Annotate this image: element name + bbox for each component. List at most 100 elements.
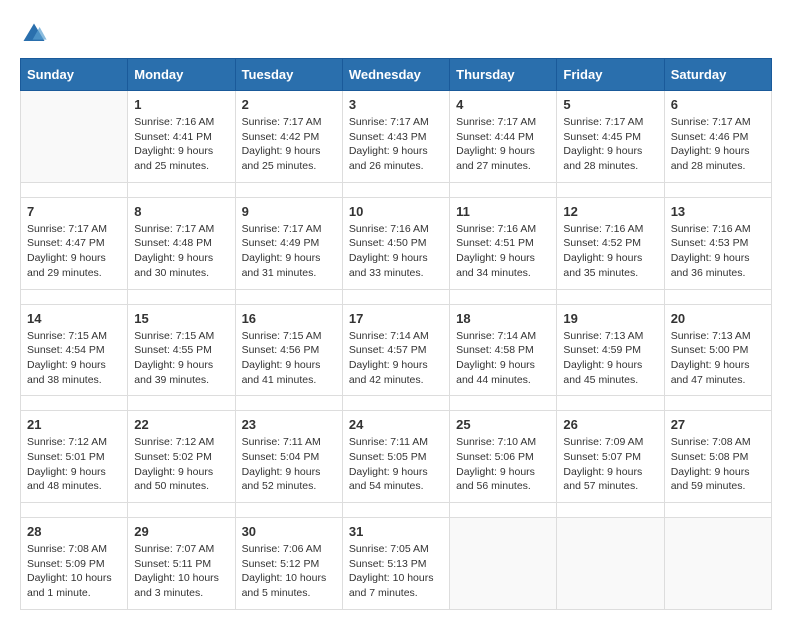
weekday-header: Tuesday bbox=[235, 59, 342, 91]
day-number: 16 bbox=[242, 311, 336, 326]
calendar-header-row: SundayMondayTuesdayWednesdayThursdayFrid… bbox=[21, 59, 772, 91]
day-number: 9 bbox=[242, 204, 336, 219]
day-info: Sunrise: 7:17 AMSunset: 4:47 PMDaylight:… bbox=[27, 222, 121, 281]
weekday-header: Sunday bbox=[21, 59, 128, 91]
day-info: Sunrise: 7:07 AMSunset: 5:11 PMDaylight:… bbox=[134, 542, 228, 601]
calendar-week-row: 1 Sunrise: 7:16 AMSunset: 4:41 PMDaylight… bbox=[21, 91, 772, 183]
calendar-day-cell bbox=[450, 518, 557, 610]
day-number: 23 bbox=[242, 417, 336, 432]
day-number: 26 bbox=[563, 417, 657, 432]
calendar-day-cell: 17 Sunrise: 7:14 AMSunset: 4:57 PMDayligh… bbox=[342, 304, 449, 396]
page-header bbox=[20, 20, 772, 48]
day-info: Sunrise: 7:16 AMSunset: 4:52 PMDaylight:… bbox=[563, 222, 657, 281]
calendar-day-cell: 23 Sunrise: 7:11 AMSunset: 5:04 PMDayligh… bbox=[235, 411, 342, 503]
day-number: 21 bbox=[27, 417, 121, 432]
day-number: 15 bbox=[134, 311, 228, 326]
day-info: Sunrise: 7:17 AMSunset: 4:48 PMDaylight:… bbox=[134, 222, 228, 281]
calendar-day-cell: 3 Sunrise: 7:17 AMSunset: 4:43 PMDaylight… bbox=[342, 91, 449, 183]
day-number: 8 bbox=[134, 204, 228, 219]
day-number: 29 bbox=[134, 524, 228, 539]
day-number: 7 bbox=[27, 204, 121, 219]
day-number: 19 bbox=[563, 311, 657, 326]
day-number: 18 bbox=[456, 311, 550, 326]
day-info: Sunrise: 7:11 AMSunset: 5:04 PMDaylight:… bbox=[242, 435, 336, 494]
day-info: Sunrise: 7:12 AMSunset: 5:02 PMDaylight:… bbox=[134, 435, 228, 494]
day-info: Sunrise: 7:16 AMSunset: 4:41 PMDaylight:… bbox=[134, 115, 228, 174]
calendar-day-cell: 6Sunrise: 7:17 AMSunset: 4:46 PMDaylight… bbox=[664, 91, 771, 183]
logo-icon bbox=[20, 20, 48, 48]
calendar-day-cell bbox=[664, 518, 771, 610]
calendar-day-cell: 28 Sunrise: 7:08 AMSunset: 5:09 PMDayligh… bbox=[21, 518, 128, 610]
day-info: Sunrise: 7:14 AMSunset: 4:58 PMDaylight:… bbox=[456, 329, 550, 388]
calendar-day-cell: 21 Sunrise: 7:12 AMSunset: 5:01 PMDayligh… bbox=[21, 411, 128, 503]
calendar-day-cell: 19Sunrise: 7:13 AMSunset: 4:59 PMDayligh… bbox=[557, 304, 664, 396]
day-number: 10 bbox=[349, 204, 443, 219]
day-number: 17 bbox=[349, 311, 443, 326]
calendar-day-cell: 26Sunrise: 7:09 AMSunset: 5:07 PMDayligh… bbox=[557, 411, 664, 503]
week-separator bbox=[21, 503, 772, 518]
calendar-day-cell: 20 Sunrise: 7:13 AMSunset: 5:00 PMDayligh… bbox=[664, 304, 771, 396]
day-number: 22 bbox=[134, 417, 228, 432]
day-number: 12 bbox=[563, 204, 657, 219]
calendar-day-cell: 12 Sunrise: 7:16 AMSunset: 4:52 PMDayligh… bbox=[557, 197, 664, 289]
day-info: Sunrise: 7:13 AMSunset: 5:00 PMDaylight:… bbox=[671, 329, 765, 388]
calendar-day-cell: 15Sunrise: 7:15 AMSunset: 4:55 PMDayligh… bbox=[128, 304, 235, 396]
calendar-day-cell: 29 Sunrise: 7:07 AMSunset: 5:11 PMDayligh… bbox=[128, 518, 235, 610]
calendar-day-cell: 24 Sunrise: 7:11 AMSunset: 5:05 PMDayligh… bbox=[342, 411, 449, 503]
weekday-header: Friday bbox=[557, 59, 664, 91]
day-number: 2 bbox=[242, 97, 336, 112]
calendar-day-cell: 5Sunrise: 7:17 AMSunset: 4:45 PMDaylight… bbox=[557, 91, 664, 183]
day-info: Sunrise: 7:15 AMSunset: 4:56 PMDaylight:… bbox=[242, 329, 336, 388]
day-info: Sunrise: 7:10 AMSunset: 5:06 PMDaylight:… bbox=[456, 435, 550, 494]
calendar-day-cell: 4 Sunrise: 7:17 AMSunset: 4:44 PMDaylight… bbox=[450, 91, 557, 183]
day-number: 31 bbox=[349, 524, 443, 539]
day-number: 6 bbox=[671, 97, 765, 112]
calendar-day-cell: 11 Sunrise: 7:16 AMSunset: 4:51 PMDayligh… bbox=[450, 197, 557, 289]
day-info: Sunrise: 7:17 AMSunset: 4:44 PMDaylight:… bbox=[456, 115, 550, 174]
weekday-header: Wednesday bbox=[342, 59, 449, 91]
day-number: 11 bbox=[456, 204, 550, 219]
calendar-day-cell: 18 Sunrise: 7:14 AMSunset: 4:58 PMDayligh… bbox=[450, 304, 557, 396]
calendar-day-cell: 25 Sunrise: 7:10 AMSunset: 5:06 PMDayligh… bbox=[450, 411, 557, 503]
day-info: Sunrise: 7:14 AMSunset: 4:57 PMDaylight:… bbox=[349, 329, 443, 388]
calendar-week-row: 7 Sunrise: 7:17 AMSunset: 4:47 PMDaylight… bbox=[21, 197, 772, 289]
day-number: 3 bbox=[349, 97, 443, 112]
day-number: 25 bbox=[456, 417, 550, 432]
day-number: 13 bbox=[671, 204, 765, 219]
day-info: Sunrise: 7:17 AMSunset: 4:43 PMDaylight:… bbox=[349, 115, 443, 174]
day-number: 4 bbox=[456, 97, 550, 112]
day-number: 24 bbox=[349, 417, 443, 432]
calendar-day-cell: 7 Sunrise: 7:17 AMSunset: 4:47 PMDaylight… bbox=[21, 197, 128, 289]
day-info: Sunrise: 7:17 AMSunset: 4:49 PMDaylight:… bbox=[242, 222, 336, 281]
calendar-day-cell: 13 Sunrise: 7:16 AMSunset: 4:53 PMDayligh… bbox=[664, 197, 771, 289]
calendar-day-cell: 2Sunrise: 7:17 AMSunset: 4:42 PMDaylight… bbox=[235, 91, 342, 183]
weekday-header: Thursday bbox=[450, 59, 557, 91]
calendar-day-cell: 10 Sunrise: 7:16 AMSunset: 4:50 PMDayligh… bbox=[342, 197, 449, 289]
calendar-table: SundayMondayTuesdayWednesdayThursdayFrid… bbox=[20, 58, 772, 610]
calendar-day-cell: 14Sunrise: 7:15 AMSunset: 4:54 PMDayligh… bbox=[21, 304, 128, 396]
week-separator bbox=[21, 289, 772, 304]
calendar-day-cell: 27Sunrise: 7:08 AMSunset: 5:08 PMDayligh… bbox=[664, 411, 771, 503]
calendar-day-cell: 31 Sunrise: 7:05 AMSunset: 5:13 PMDayligh… bbox=[342, 518, 449, 610]
calendar-day-cell bbox=[557, 518, 664, 610]
day-number: 1 bbox=[134, 97, 228, 112]
day-info: Sunrise: 7:16 AMSunset: 4:50 PMDaylight:… bbox=[349, 222, 443, 281]
calendar-day-cell bbox=[21, 91, 128, 183]
day-info: Sunrise: 7:12 AMSunset: 5:01 PMDaylight:… bbox=[27, 435, 121, 494]
day-info: Sunrise: 7:16 AMSunset: 4:51 PMDaylight:… bbox=[456, 222, 550, 281]
day-info: Sunrise: 7:16 AMSunset: 4:53 PMDaylight:… bbox=[671, 222, 765, 281]
day-number: 20 bbox=[671, 311, 765, 326]
logo bbox=[20, 20, 52, 48]
calendar-week-row: 14Sunrise: 7:15 AMSunset: 4:54 PMDayligh… bbox=[21, 304, 772, 396]
day-info: Sunrise: 7:08 AMSunset: 5:09 PMDaylight:… bbox=[27, 542, 121, 601]
day-number: 28 bbox=[27, 524, 121, 539]
calendar-day-cell: 1 Sunrise: 7:16 AMSunset: 4:41 PMDaylight… bbox=[128, 91, 235, 183]
day-info: Sunrise: 7:05 AMSunset: 5:13 PMDaylight:… bbox=[349, 542, 443, 601]
week-separator bbox=[21, 396, 772, 411]
day-info: Sunrise: 7:11 AMSunset: 5:05 PMDaylight:… bbox=[349, 435, 443, 494]
calendar-week-row: 21 Sunrise: 7:12 AMSunset: 5:01 PMDayligh… bbox=[21, 411, 772, 503]
weekday-header: Saturday bbox=[664, 59, 771, 91]
day-info: Sunrise: 7:06 AMSunset: 5:12 PMDaylight:… bbox=[242, 542, 336, 601]
day-number: 14 bbox=[27, 311, 121, 326]
calendar-week-row: 28 Sunrise: 7:08 AMSunset: 5:09 PMDayligh… bbox=[21, 518, 772, 610]
